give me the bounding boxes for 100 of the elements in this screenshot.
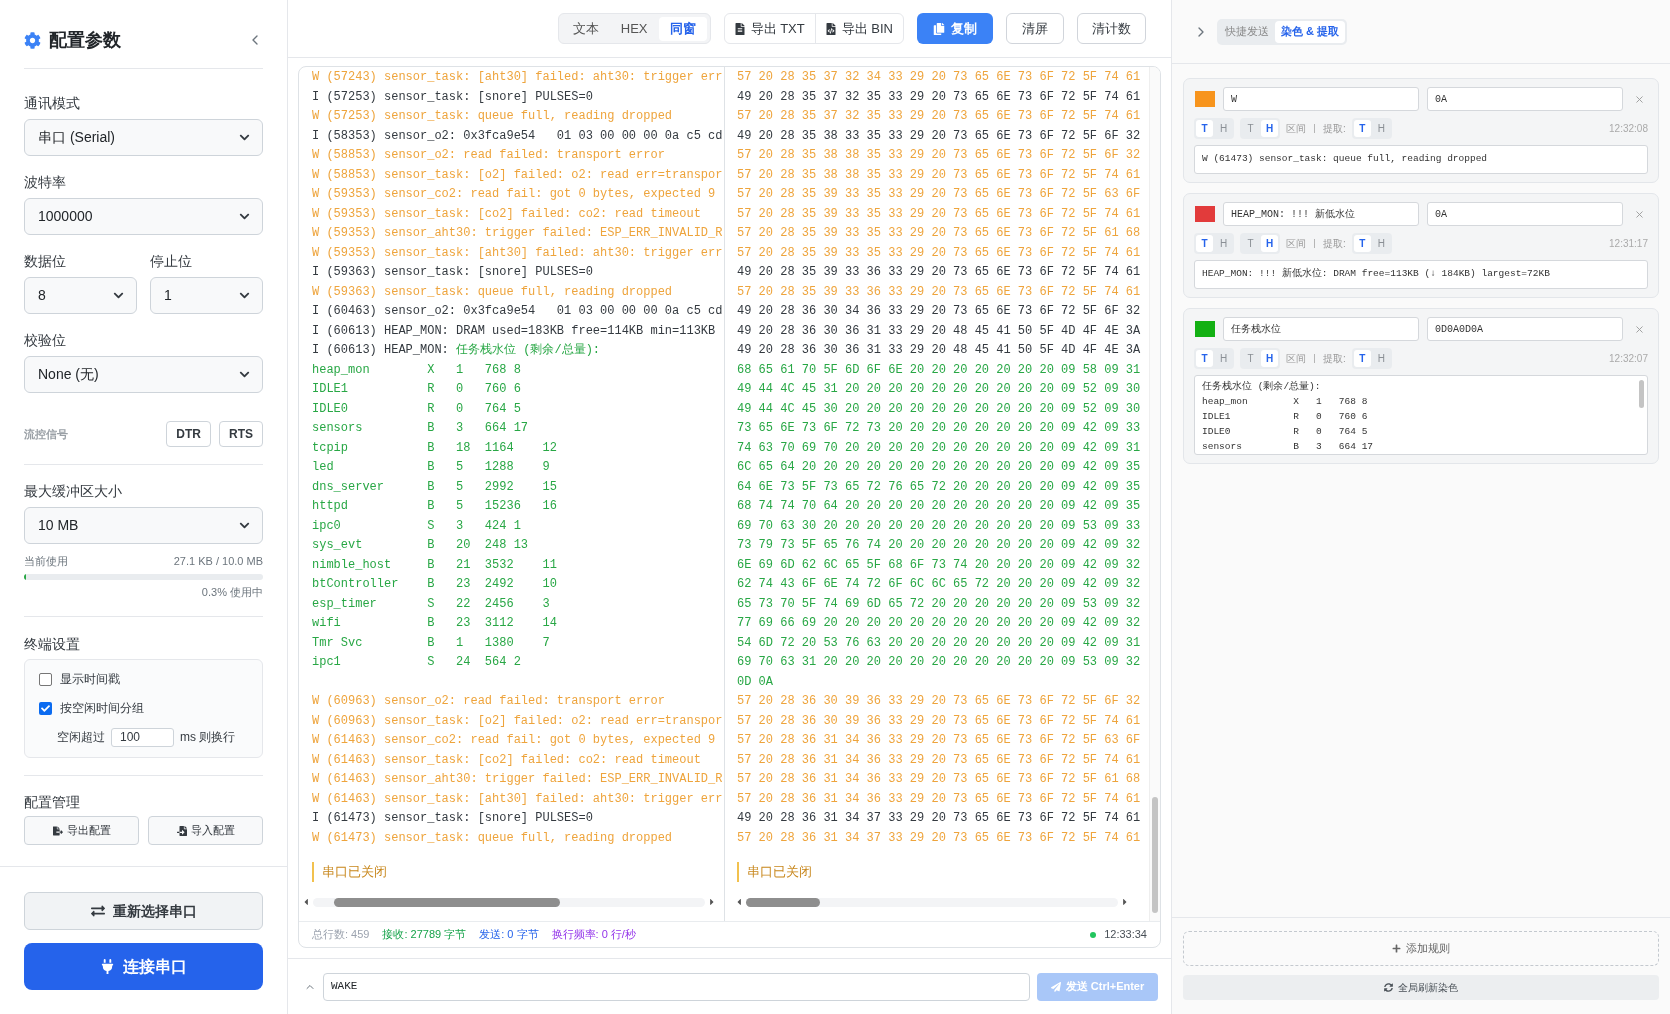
view-mode-tab[interactable]: 文本 [561,16,610,41]
dropdown[interactable]: 10 MB [24,507,263,544]
toggle-button[interactable]: T [1196,119,1213,137]
toggle-button[interactable]: H [1261,349,1278,367]
field-label: 数据位 [24,252,66,271]
log-line: W (60963) sensor_o2: read failed: transport error [312,693,665,710]
status-item: 发送: 0 字节 [479,927,539,943]
hex-line: 57 20 28 35 39 33 35 33 29 20 73 65 6E 73 6F 72 5F 74 61 [737,205,1141,223]
end-pattern-field[interactable]: 0A [1427,87,1623,111]
field-label: 终端设置 [24,635,80,654]
hex-line: 64 6E 73 5F 73 65 72 76 65 72 20 20 20 20 20 09 42 09 35 [737,478,1141,496]
hex-line: 49 20 28 36 30 34 36 33 29 20 73 65 6E 73 6F 72 5F 6F 32 [737,303,1141,320]
swap-arrows-icon [90,904,105,918]
refresh-button[interactable]: 全局刷新染色 [1183,975,1659,1000]
signal-button[interactable]: RTS [219,421,263,447]
field-label: 校验位 [24,331,66,350]
settings-icon [24,31,41,49]
log-line: ipc0 S 3 424 1 [312,517,521,535]
hex-line: 49 20 28 36 30 36 31 33 29 20 48 45 41 50 5F 4D 4F 4E 3A [737,342,1141,359]
toggle-button[interactable]: H [1261,119,1278,137]
hex-line: 57 20 28 36 30 39 36 33 29 20 73 65 6E 73 6F 72 5F 6F 32 [737,693,1141,710]
checkbox[interactable] [39,672,52,686]
clear-button[interactable]: 清屏 [1006,13,1064,44]
caret-left-icon[interactable] [302,897,310,907]
idle-label: 空闲超过 [57,729,105,746]
hex-line: 6E 69 6D 62 6C 65 5F 68 6F 73 74 20 20 20 20 09 42 09 32 [737,556,1141,574]
log-line: W (61463) sensor_co2: read fail: got 0 bytes, expected 9 [312,732,716,749]
dropdown[interactable]: 1000000 [24,198,263,235]
chevron-down-icon [239,520,250,531]
copy-button[interactable]: 复制 [917,13,993,44]
status-item: 总行数: 459 [312,927,370,943]
log-line: W (61473) sensor_task: queue full, reading dropped [312,829,673,847]
connect-button[interactable]: 连接串口 [24,943,263,990]
hex-line: 57 20 28 36 30 39 36 33 29 20 73 65 6E 73 6F 72 5F 74 61 [737,712,1141,730]
view-mode-tab[interactable]: HEX [609,16,659,41]
scrollbar-thumb[interactable] [746,897,820,907]
dropdown[interactable]: 1 [150,277,263,314]
reselect-port-button[interactable]: 重新选择串口 [24,892,263,930]
scrollbar-thumb[interactable] [1639,380,1644,408]
caret-right-icon[interactable] [1121,897,1129,907]
export-button[interactable]: 导出 BIN [814,14,903,43]
pattern-field[interactable]: W [1223,87,1419,111]
caret-right-icon[interactable] [708,897,716,907]
hex-line: 57 20 28 35 39 33 35 33 29 20 73 65 6E 73 6F 72 5F 63 6F [737,186,1141,203]
signal-button[interactable]: DTR [166,421,211,447]
config-button[interactable]: 导出配置 [24,816,139,845]
chevron-down-icon [239,211,250,222]
hex-line: 49 44 4C 45 30 20 20 20 20 20 20 20 20 20 20 09 52 09 30 [737,400,1141,418]
usage-label: 当前使用 [24,553,68,569]
close-icon[interactable] [1634,323,1645,335]
hex-line: 49 20 28 35 37 32 35 33 29 20 73 65 6E 73 6F 72 5F 74 61 [737,88,1141,106]
swatch-icon[interactable] [1195,91,1215,107]
log-line: heap_mon X 1 768 8 [312,361,521,379]
hex-line: 62 74 43 6F 6E 74 72 6F 6C 6C 65 72 20 20 20 09 42 09 32 [737,576,1141,593]
dropdown[interactable]: None (无) [24,356,263,393]
checkbox-label: 显示时间戳 [60,671,120,688]
dropdown[interactable]: 8 [24,277,137,314]
toggle-button[interactable]: T [1196,234,1213,252]
range-label: 区间 [1286,121,1306,136]
close-icon[interactable] [1634,93,1645,105]
toggle-button[interactable]: T [1353,234,1371,252]
toggle-button[interactable]: T [1353,119,1371,137]
swatch-icon[interactable] [1195,206,1215,222]
pattern-field[interactable]: 任务栈水位 [1223,317,1419,341]
log-line: IDLE1 R 0 760 6 [312,381,521,398]
hex-line: 65 73 70 5F 74 69 6D 65 72 20 20 20 20 20 20 09 53 09 32 [737,595,1141,613]
swatch-icon[interactable] [1195,321,1215,337]
range-label: 区间 [1286,236,1306,251]
file-code-icon [825,22,836,35]
export-button[interactable]: 导出 TXT [724,14,815,43]
hex-line: 57 20 28 36 31 34 36 33 29 20 73 65 6E 73 6F 72 5F 61 68 [737,771,1141,788]
panel-tab[interactable]: 染色 & 提取 [1275,20,1346,43]
toggle-button[interactable]: T [1196,349,1213,367]
dropdown[interactable]: 串口 (Serial) [24,119,263,156]
preview-line: heap_mon X 1 768 8 [1202,395,1368,409]
field-label: 停止位 [150,252,192,271]
end-pattern-field[interactable]: 0D0A0D0A [1427,317,1623,341]
paper-plane-icon [1050,981,1061,992]
log-line: W (59353) sensor_task: [co2] failed: co2: read timeout [312,205,701,223]
caret-left-icon[interactable] [735,897,743,907]
chevron-down-icon [113,290,124,301]
hex-line: 69 70 63 30 20 20 20 20 20 20 20 20 20 20 20 09 53 09 33 [737,517,1141,535]
checkbox[interactable] [39,701,52,715]
log-line: W (61463) sensor_task: [co2] failed: co2: read timeout [312,751,701,769]
number-field[interactable]: 100 [111,727,174,747]
view-mode-tab[interactable]: 同窗 [658,16,707,41]
toggle-button[interactable]: H [1261,234,1278,252]
toggle-button[interactable]: T [1353,349,1371,367]
field-label: 最大缓冲区大小 [24,482,122,501]
scrollbar-thumb[interactable] [1152,797,1158,913]
close-icon[interactable] [1634,208,1645,220]
end-pattern-field[interactable]: 0A [1427,202,1623,226]
config-button[interactable]: 导入配置 [148,816,263,845]
log-line: sensors B 3 664 17 [312,420,529,437]
add-rule-button[interactable]: 添加规则 [1183,931,1659,966]
pattern-field[interactable]: HEAP_MON: !!! 新低水位 [1223,202,1419,226]
hex-line: 74 63 70 69 70 20 20 20 20 20 20 20 20 20 20 09 42 09 31 [737,439,1141,457]
reset-count-button[interactable]: 清计数 [1077,13,1146,44]
extract-label: 提取: [1323,236,1346,251]
scrollbar-thumb[interactable] [334,897,560,907]
